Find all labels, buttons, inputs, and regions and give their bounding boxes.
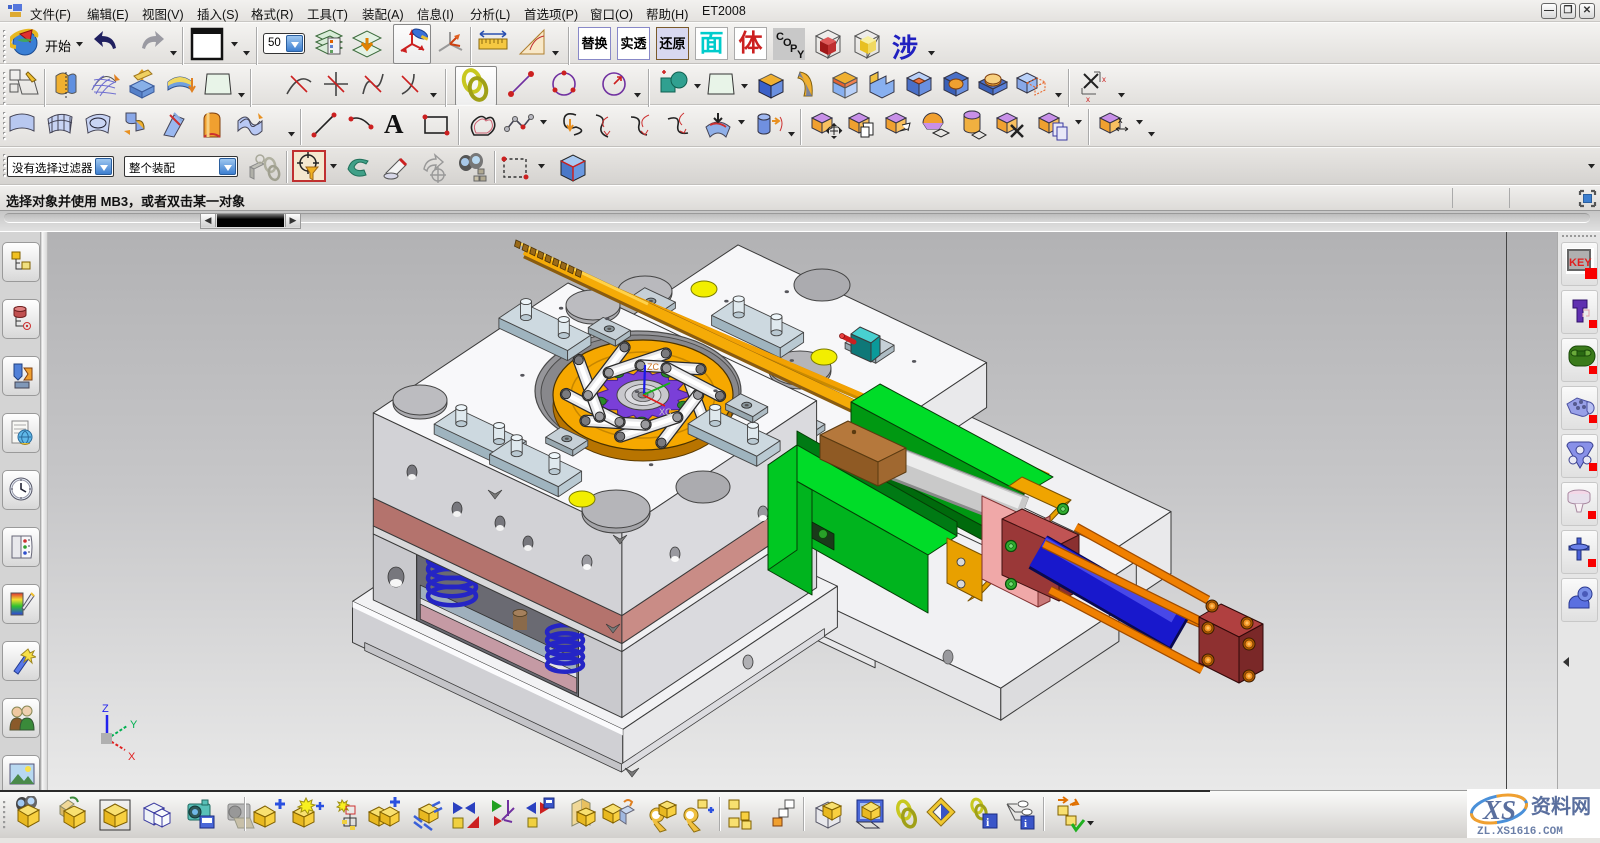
svg-text:x: x (1102, 75, 1106, 84)
svg-text:Z: Z (102, 703, 109, 715)
svg-text:x: x (1118, 115, 1123, 125)
svg-text:ZC: ZC (647, 362, 659, 372)
svg-text:x: x (1086, 95, 1090, 104)
svg-text:资料网: 资料网 (1531, 794, 1591, 818)
svg-text:X: X (128, 751, 136, 763)
svg-text:ZL.XS1616.COM: ZL.XS1616.COM (1477, 826, 1563, 838)
svg-text:XS: XS (1482, 795, 1516, 825)
svg-text:i: i (1024, 818, 1027, 830)
svg-text:Y: Y (130, 719, 138, 731)
svg-text:XC: XC (659, 407, 672, 417)
svg-text:Y: Y (797, 49, 805, 61)
svg-text:KEY: KEY (1569, 257, 1592, 269)
